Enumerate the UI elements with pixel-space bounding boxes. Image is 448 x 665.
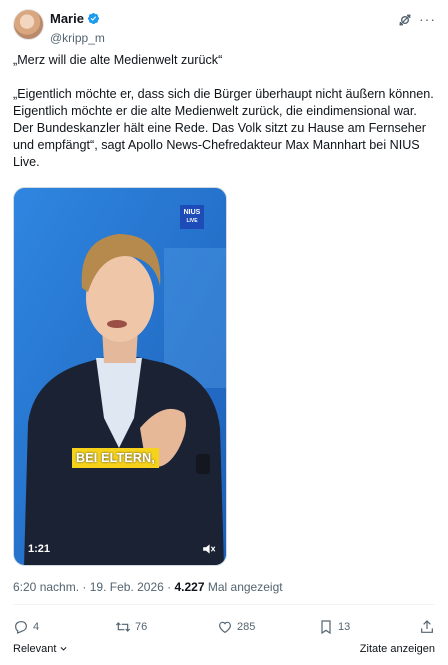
action-bar: 4 76 285 13 [13,619,435,635]
author-info: Marie @kripp_m [50,10,105,45]
author-handle[interactable]: @kripp_m [50,31,105,45]
tweet-time[interactable]: 6:20 nachm. [13,580,79,594]
video-frame [14,188,226,565]
reply-count: 4 [33,621,40,633]
relevance-dropdown[interactable]: Relevant [13,643,68,655]
tweet-header: Marie @kripp_m ··· [13,9,435,45]
like-icon [219,621,231,634]
tweet-title: „Merz will die alte Medienwelt zurück“ [13,53,223,67]
view-count: 4.227 [174,580,205,594]
tweet-date[interactable]: 19. Feb. 2026 [90,580,164,594]
bookmark-count: 13 [338,621,351,633]
like-button[interactable]: 285 [217,619,255,635]
logo-sub: LIVE [186,218,198,224]
more-icon[interactable]: ··· [419,11,435,27]
verified-icon [87,12,100,25]
logo-text: NIUS [183,209,201,216]
tweet-footer: Relevant Zitate anzeigen [13,641,435,659]
reply-button[interactable]: 4 [13,619,39,635]
view-label: Mal angezeigt [207,580,283,594]
grok-icon[interactable] [397,12,413,28]
author-name[interactable]: Marie [50,11,84,26]
tweet-text: „Merz will die alte Medienwelt zurück“ „… [13,52,435,171]
divider [13,604,435,605]
show-quotes-link[interactable]: Zitate anzeigen [360,643,435,655]
video-player[interactable]: NIUS LIVE BEI ELTERN, 1:21 [13,187,227,566]
bookmark-button[interactable]: 13 [318,619,350,635]
share-icon [421,620,433,633]
meta-separator: · [167,580,172,594]
relevance-label: Relevant [13,643,57,655]
share-button[interactable] [419,619,439,635]
retweet-count: 76 [135,621,148,633]
retweet-button[interactable]: 76 [115,619,147,635]
video-duration: 1:21 [28,543,51,555]
bookmark-icon [321,620,331,635]
avatar[interactable] [13,9,44,40]
video-caption: BEI ELTERN, [72,448,160,468]
meta-separator: · [82,580,87,594]
tweet-body: „Eigentlich möchte er, dass sich die Bür… [13,87,434,169]
chevron-down-icon [61,647,67,651]
tweet-meta: 6:20 nachm. · 19. Feb. 2026 · 4.227 Mal … [13,580,283,594]
like-count: 285 [237,621,256,633]
reply-icon [15,621,27,634]
retweet-icon [115,622,131,632]
volume-icon[interactable] [202,543,216,555]
nius-logo: NIUS LIVE [180,205,204,229]
